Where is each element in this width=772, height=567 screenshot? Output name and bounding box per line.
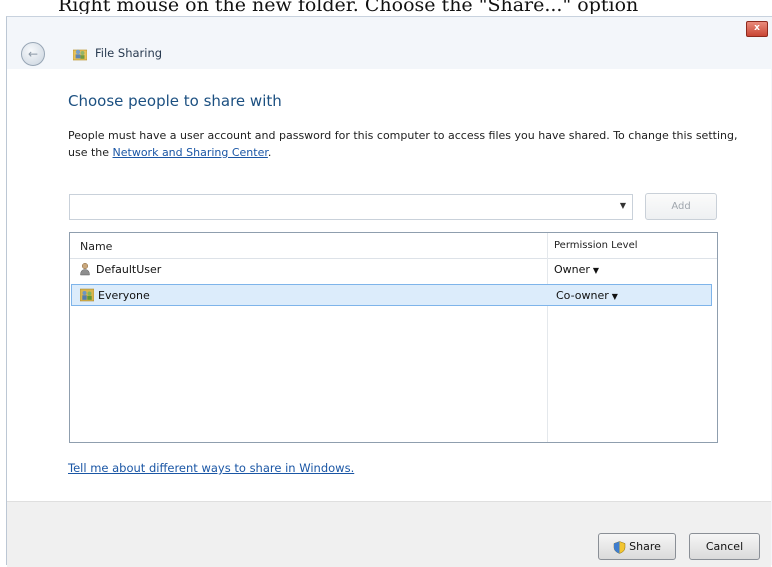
- back-button[interactable]: ←: [21, 42, 45, 66]
- sharing-help-link[interactable]: Tell me about different ways to share in…: [68, 461, 354, 475]
- permission-value: Owner: [554, 263, 590, 276]
- description-suffix: .: [267, 146, 272, 159]
- user-picker-combobox[interactable]: ▼: [69, 194, 633, 220]
- dialog-footer: Share Cancel: [7, 501, 771, 567]
- permission-value: Co-owner: [556, 289, 609, 302]
- share-button[interactable]: Share: [598, 533, 676, 560]
- group-icon: [80, 288, 94, 302]
- dropdown-arrow-icon[interactable]: ▼: [620, 201, 626, 210]
- chevron-down-icon: ▼: [611, 292, 618, 301]
- permission-dropdown[interactable]: Co-owner ▼: [556, 289, 618, 302]
- list-header: Name Permission Level: [70, 233, 717, 259]
- sharing-users-icon: [73, 49, 87, 61]
- uac-shield-icon: [613, 540, 626, 554]
- cancel-button[interactable]: Cancel: [689, 533, 760, 560]
- window-title: File Sharing: [95, 46, 163, 60]
- list-row-defaultuser[interactable]: DefaultUser Owner ▼: [70, 259, 717, 281]
- sharing-list: Name Permission Level DefaultUser Owner ▼: [69, 232, 718, 443]
- permission-dropdown[interactable]: Owner ▼: [554, 263, 599, 276]
- share-label: Share: [629, 540, 661, 553]
- close-button[interactable]: x: [746, 21, 768, 37]
- close-icon: x: [754, 23, 760, 33]
- row-name: DefaultUser: [96, 263, 162, 276]
- page-title: Choose people to share with: [68, 92, 282, 110]
- network-sharing-center-link[interactable]: Network and Sharing Center: [113, 146, 268, 159]
- row-name: Everyone: [98, 289, 150, 302]
- add-button[interactable]: Add: [645, 193, 717, 220]
- user-icon: [80, 262, 90, 276]
- dialog-content: Choose people to share with People must …: [7, 69, 771, 501]
- file-sharing-window: x ← File Sharing Choose people to share …: [6, 16, 772, 567]
- column-header-name[interactable]: Name: [80, 240, 112, 253]
- back-arrow-icon: ←: [27, 47, 39, 61]
- title-bar: x ← File Sharing: [7, 17, 772, 69]
- chevron-down-icon: ▼: [592, 266, 600, 275]
- column-header-permission[interactable]: Permission Level: [554, 240, 638, 251]
- instruction-caption: Right mouse on the new folder. Choose th…: [58, 0, 639, 14]
- description-text: People must have a user account and pass…: [68, 127, 748, 161]
- list-row-everyone[interactable]: Everyone Co-owner ▼: [71, 284, 712, 306]
